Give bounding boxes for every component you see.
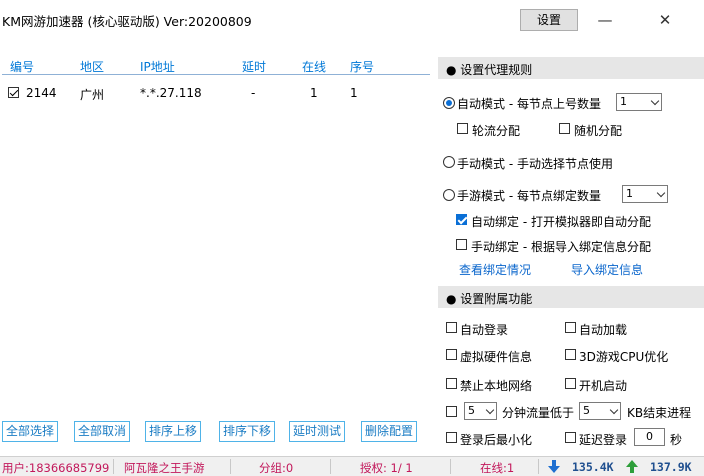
minimize-after-login-checkbox[interactable] bbox=[446, 432, 457, 443]
cell-latency: - bbox=[251, 86, 256, 100]
status-group: 分组:0 bbox=[259, 461, 294, 475]
manual-mode-label[interactable]: 手动模式 - 手动选择节点使用 bbox=[457, 155, 613, 172]
traffic-kb-select[interactable]: 5 bbox=[579, 402, 621, 420]
mobile-mode-radio[interactable] bbox=[443, 189, 455, 201]
chevron-down-icon bbox=[485, 405, 495, 415]
minimize-icon[interactable]: — bbox=[590, 8, 620, 32]
block-local-network-label[interactable]: 禁止本地网络 bbox=[460, 377, 532, 394]
upload-speed: 137.9K bbox=[650, 460, 692, 474]
delay-login-label[interactable]: 延迟登录 bbox=[579, 431, 627, 448]
upload-arrow-icon bbox=[626, 460, 638, 473]
delay-login-checkbox[interactable] bbox=[565, 432, 576, 443]
extra-functions-title: ● 设置附属功能 bbox=[446, 292, 533, 306]
status-user: 用户:18366685799 bbox=[2, 461, 110, 475]
status-auth: 授权: 1/ 1 bbox=[360, 461, 413, 475]
round-robin-label[interactable]: 轮流分配 bbox=[472, 122, 520, 139]
proxy-rules-title: ● 设置代理规则 bbox=[446, 63, 533, 77]
cell-id: 2144 bbox=[26, 86, 57, 100]
cell-online: 1 bbox=[310, 86, 318, 100]
traffic-minutes-select[interactable]: 5 bbox=[464, 402, 497, 420]
column-header-latency[interactable]: 延时 bbox=[242, 58, 266, 75]
download-speed: 135.4K bbox=[572, 460, 614, 474]
node-list bbox=[0, 40, 434, 454]
auto-mode-count-select[interactable]: 1 bbox=[616, 93, 662, 111]
traffic-kill-checkbox[interactable] bbox=[446, 406, 457, 417]
download-arrow-icon bbox=[548, 460, 560, 473]
auto-login-checkbox[interactable] bbox=[446, 322, 457, 333]
cell-ip: *.*.27.118 bbox=[140, 86, 202, 100]
close-icon[interactable]: ✕ bbox=[650, 8, 680, 32]
auto-load-checkbox[interactable] bbox=[565, 322, 576, 333]
status-divider bbox=[230, 459, 231, 474]
mobile-mode-count-value: 1 bbox=[626, 187, 633, 200]
auto-bind-checkbox[interactable] bbox=[456, 214, 467, 225]
column-header-region[interactable]: 地区 bbox=[80, 58, 104, 75]
traffic-kill-label-mid: 分钟流量低于 bbox=[502, 406, 575, 420]
minimize-after-login-label[interactable]: 登录后最小化 bbox=[460, 431, 532, 448]
auto-mode-label[interactable]: 自动模式 - 每节点上号数量 bbox=[457, 95, 601, 112]
delay-login-unit: 秒 bbox=[670, 433, 683, 447]
startup-label[interactable]: 开机启动 bbox=[579, 377, 627, 394]
virtual-hardware-checkbox[interactable] bbox=[446, 349, 457, 360]
status-divider bbox=[450, 459, 451, 474]
cell-seq: 1 bbox=[350, 86, 358, 100]
sort-up-button[interactable]: 排序上移 bbox=[145, 421, 201, 442]
status-divider bbox=[330, 459, 331, 474]
view-binding-link[interactable]: 查看绑定情况 bbox=[459, 261, 531, 278]
column-header-seq[interactable]: 序号 bbox=[350, 58, 374, 75]
manual-mode-radio[interactable] bbox=[443, 156, 455, 168]
title-bar: KM网游加速器 (核心驱动版) Ver:20200809 设置 — ✕ bbox=[0, 0, 704, 40]
auto-load-label[interactable]: 自动加载 bbox=[579, 321, 627, 338]
column-header-online[interactable]: 在线 bbox=[302, 58, 326, 75]
cpu-optimize-checkbox[interactable] bbox=[565, 349, 576, 360]
deselect-all-button[interactable]: 全部取消 bbox=[74, 421, 130, 442]
traffic-minutes-value: 5 bbox=[468, 404, 475, 417]
round-robin-checkbox[interactable] bbox=[457, 123, 468, 134]
proxy-rules-header: ● 设置代理规则 bbox=[438, 57, 704, 79]
random-label[interactable]: 随机分配 bbox=[574, 122, 622, 139]
sort-down-button[interactable]: 排序下移 bbox=[219, 421, 275, 442]
settings-button[interactable]: 设置 bbox=[520, 9, 578, 31]
status-divider bbox=[113, 459, 114, 474]
cell-region: 广州 bbox=[80, 88, 105, 102]
status-game: 阿瓦隆之王手游 bbox=[124, 461, 205, 475]
select-all-button[interactable]: 全部选择 bbox=[2, 421, 58, 442]
chevron-down-icon bbox=[650, 96, 660, 106]
latency-test-button[interactable]: 延时测试 bbox=[289, 421, 345, 442]
cpu-optimize-label[interactable]: 3D游戏CPU优化 bbox=[579, 348, 668, 365]
auto-mode-count-value: 1 bbox=[620, 95, 627, 108]
mobile-mode-count-select[interactable]: 1 bbox=[622, 185, 668, 203]
random-checkbox[interactable] bbox=[559, 123, 570, 134]
chevron-down-icon bbox=[656, 188, 666, 198]
column-header-id[interactable]: 编号 bbox=[10, 58, 34, 75]
delete-config-button[interactable]: 删除配置 bbox=[361, 421, 417, 442]
status-bar: 用户:18366685799 阿瓦隆之王手游 分组:0 授权: 1/ 1 在线:… bbox=[0, 456, 704, 476]
import-binding-link[interactable]: 导入绑定信息 bbox=[571, 261, 643, 278]
traffic-kill-label-end: KB结束进程 bbox=[627, 406, 692, 420]
auto-mode-radio[interactable] bbox=[443, 97, 455, 109]
manual-bind-checkbox[interactable] bbox=[456, 239, 467, 250]
header-divider bbox=[2, 74, 430, 75]
manual-bind-label[interactable]: 手动绑定 - 根据导入绑定信息分配 bbox=[471, 238, 651, 255]
startup-checkbox[interactable] bbox=[565, 378, 576, 389]
chevron-down-icon bbox=[609, 405, 619, 415]
extra-functions-header: ● 设置附属功能 bbox=[438, 286, 704, 308]
column-header-ip[interactable]: IP地址 bbox=[140, 58, 175, 75]
block-local-network-checkbox[interactable] bbox=[446, 378, 457, 389]
delay-login-input[interactable]: 0 bbox=[634, 428, 665, 446]
window-title: KM网游加速器 (核心驱动版) Ver:20200809 bbox=[2, 14, 252, 29]
mobile-mode-label[interactable]: 手游模式 - 每节点绑定数量 bbox=[457, 187, 601, 204]
auto-bind-label[interactable]: 自动绑定 - 打开模拟器即自动分配 bbox=[471, 213, 651, 230]
traffic-kb-value: 5 bbox=[583, 404, 590, 417]
row-checkbox[interactable] bbox=[8, 87, 19, 98]
auto-login-label[interactable]: 自动登录 bbox=[460, 321, 508, 338]
virtual-hardware-label[interactable]: 虚拟硬件信息 bbox=[460, 348, 532, 365]
status-online: 在线:1 bbox=[480, 461, 515, 475]
status-divider bbox=[538, 459, 539, 474]
table-row[interactable]: 2144 广州 *.*.27.118 - 1 1 bbox=[0, 84, 430, 102]
